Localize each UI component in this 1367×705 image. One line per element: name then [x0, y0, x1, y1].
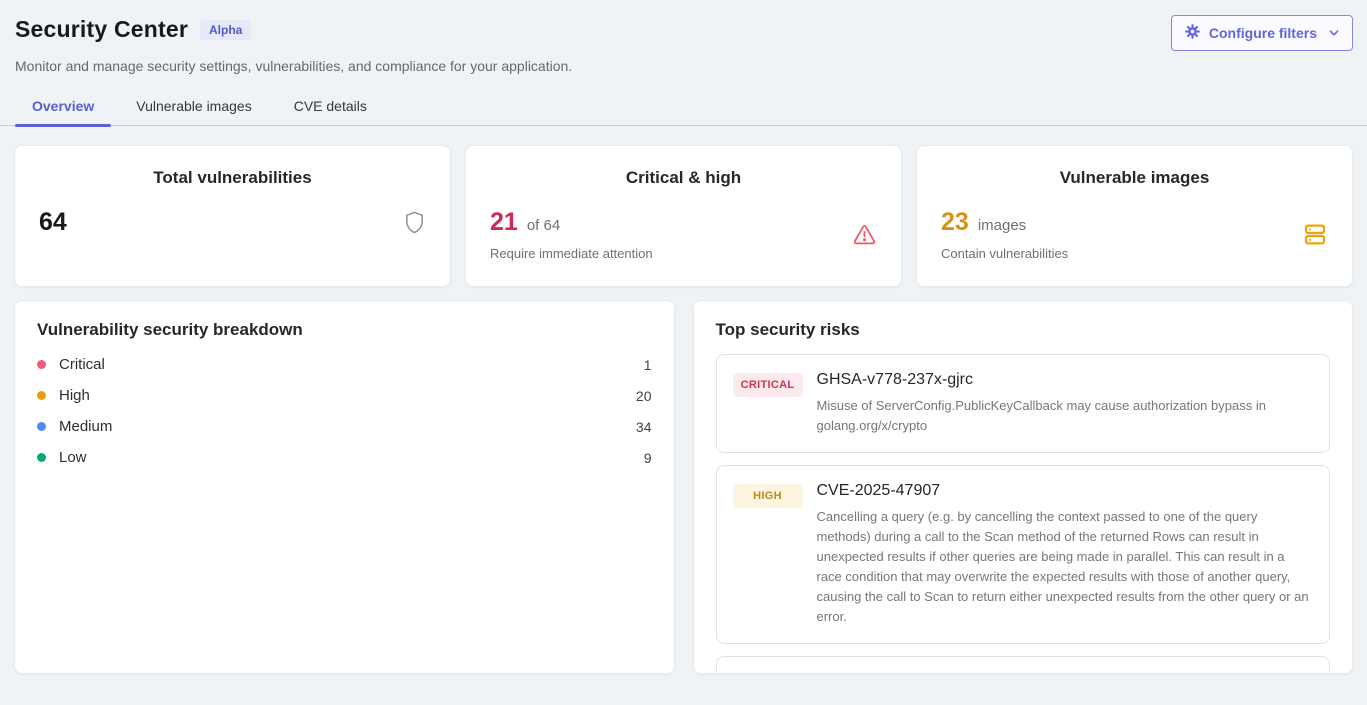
legend-label: Medium	[59, 418, 112, 435]
legend-value: 9	[644, 450, 652, 466]
vulnerable-images-subtext: Contain vulnerabilities	[941, 246, 1068, 261]
security-center-page: Security Center Alpha	[0, 0, 1367, 705]
breakdown-legend: Critical 1 High 20 Medium 34 Low 9	[37, 356, 652, 466]
severity-badge: HIGH	[733, 484, 803, 508]
risk-id: CVE-2025-47907	[817, 482, 1314, 500]
tab-overview[interactable]: Overview	[15, 90, 111, 125]
risk-description: Misuse of ServerConfig.PublicKeyCallback…	[817, 396, 1314, 436]
total-vulnerabilities-value: 64	[39, 208, 67, 237]
tab-vulnerable-images[interactable]: Vulnerable images	[119, 90, 268, 125]
legend-item-critical: Critical 1	[37, 356, 652, 373]
server-stack-icon	[1301, 222, 1328, 247]
critical-high-subtext: Require immediate attention	[490, 246, 653, 261]
legend-value: 20	[636, 388, 652, 404]
tab-bar: Overview Vulnerable images CVE details	[0, 90, 1367, 126]
risk-item-cve-2025-47907[interactable]: HIGH CVE-2025-47907 Cancelling a query (…	[716, 465, 1331, 644]
configure-filters-button[interactable]: Configure filters	[1171, 15, 1353, 51]
risk-description: Cancelling a query (e.g. by cancelling t…	[817, 507, 1314, 627]
page-header: Security Center Alpha	[0, 0, 1367, 74]
legend-item-low: Low 9	[37, 449, 652, 466]
risk-item-cve-2025-9086[interactable]: HIGH CVE-2025-9086	[716, 656, 1331, 674]
gear-icon	[1184, 23, 1201, 43]
stat-cards-row: Total vulnerabilities 64 Critical & high	[14, 145, 1353, 287]
alpha-badge: Alpha	[200, 20, 251, 40]
top-security-risks-panel: Top security risks CRITICAL GHSA-v778-23…	[693, 300, 1354, 674]
card-total-vulnerabilities: Total vulnerabilities 64	[14, 145, 451, 287]
critical-high-suffix: of 64	[527, 217, 560, 234]
legend-value: 1	[644, 357, 652, 373]
panels-row: Vulnerability security breakdown Critica…	[14, 300, 1353, 674]
vulnerability-breakdown-panel: Vulnerability security breakdown Critica…	[14, 300, 675, 674]
vulnerable-images-value: 23	[941, 208, 969, 237]
severity-badge: CRITICAL	[733, 373, 803, 397]
medium-dot-icon	[37, 422, 46, 431]
risk-id: CVE-2025-9086	[817, 673, 1314, 674]
high-dot-icon	[37, 391, 46, 400]
vulnerable-images-suffix: images	[978, 217, 1026, 234]
risk-item-ghsa-v778-237x-gjrc[interactable]: CRITICAL GHSA-v778-237x-gjrc Misuse of S…	[716, 354, 1331, 453]
warning-triangle-icon	[852, 223, 877, 246]
critical-dot-icon	[37, 360, 46, 369]
configure-filters-label: Configure filters	[1209, 25, 1317, 41]
tab-cve-details[interactable]: CVE details	[277, 90, 384, 125]
legend-label: Critical	[59, 356, 105, 373]
card-title: Total vulnerabilities	[39, 168, 426, 188]
breakdown-title: Vulnerability security breakdown	[37, 320, 652, 340]
card-title: Critical & high	[490, 168, 877, 188]
legend-value: 34	[636, 419, 652, 435]
page-subtitle: Monitor and manage security settings, vu…	[15, 58, 1353, 74]
card-title: Vulnerable images	[941, 168, 1328, 188]
low-dot-icon	[37, 453, 46, 462]
top-risks-title: Top security risks	[716, 320, 1331, 340]
shield-icon	[403, 210, 426, 235]
risk-list: CRITICAL GHSA-v778-237x-gjrc Misuse of S…	[716, 354, 1331, 674]
chevron-down-icon	[1328, 27, 1340, 39]
card-vulnerable-images: Vulnerable images 23 images Contain vuln…	[916, 145, 1353, 287]
card-critical-high: Critical & high 21 of 64 Require immedia…	[465, 145, 902, 287]
page-title: Security Center	[15, 16, 188, 43]
legend-label: Low	[59, 449, 87, 466]
critical-high-value: 21	[490, 208, 518, 237]
risk-id: GHSA-v778-237x-gjrc	[817, 371, 1314, 389]
legend-item-high: High 20	[37, 387, 652, 404]
legend-item-medium: Medium 34	[37, 418, 652, 435]
legend-label: High	[59, 387, 90, 404]
